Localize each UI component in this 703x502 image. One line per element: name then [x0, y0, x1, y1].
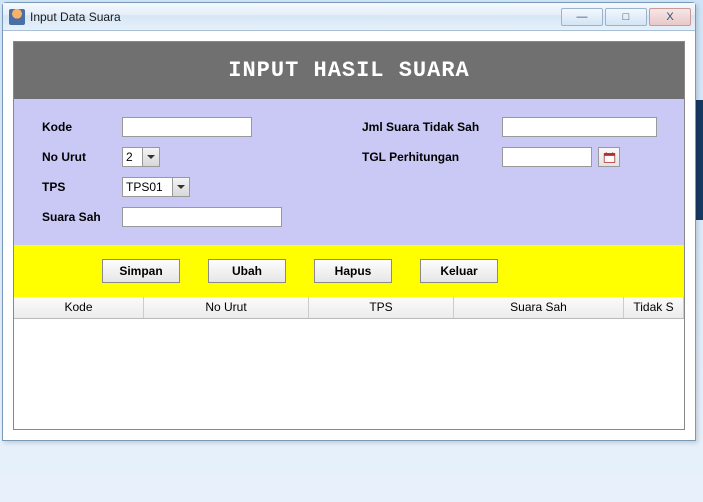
chevron-down-icon[interactable]: [172, 177, 190, 197]
tps-label: TPS: [42, 180, 122, 194]
tps-row: TPS: [42, 177, 342, 197]
minimize-button[interactable]: —: [561, 8, 603, 26]
nourut-input[interactable]: [122, 147, 142, 167]
page-title: INPUT HASIL SUARA: [14, 42, 684, 99]
tps-combo[interactable]: [122, 177, 190, 197]
tgl-label: TGL Perhitungan: [362, 150, 502, 164]
table-body[interactable]: [14, 319, 684, 429]
nourut-combo[interactable]: [122, 147, 160, 167]
close-button[interactable]: X: [649, 8, 691, 26]
kode-label: Kode: [42, 120, 122, 134]
nourut-label: No Urut: [42, 150, 122, 164]
chevron-down-icon[interactable]: [142, 147, 160, 167]
tidaksah-label: Jml Suara Tidak Sah: [362, 120, 502, 134]
keluar-button[interactable]: Keluar: [420, 259, 498, 283]
data-table: Kode No Urut TPS Suara Sah Tidak S: [14, 297, 684, 429]
suarasah-label: Suara Sah: [42, 210, 122, 224]
client-area: INPUT HASIL SUARA Kode No Urut: [3, 31, 695, 440]
form-panel: Kode No Urut TPS: [14, 99, 684, 245]
inner-panel: INPUT HASIL SUARA Kode No Urut: [13, 41, 685, 430]
app-window: Input Data Suara — □ X INPUT HASIL SUARA…: [2, 2, 696, 441]
background-stripe: [695, 100, 703, 220]
simpan-button[interactable]: Simpan: [102, 259, 180, 283]
button-bar: Simpan Ubah Hapus Keluar: [14, 245, 684, 297]
suarasah-input[interactable]: [122, 207, 282, 227]
calendar-button[interactable]: [598, 147, 620, 167]
kode-row: Kode: [42, 117, 342, 137]
tidaksah-row: Jml Suara Tidak Sah: [362, 117, 657, 137]
form-right-column: Jml Suara Tidak Sah TGL Perhitungan: [362, 117, 657, 227]
form-left-column: Kode No Urut TPS: [42, 117, 342, 227]
col-suarasah[interactable]: Suara Sah: [454, 297, 624, 318]
col-kode[interactable]: Kode: [14, 297, 144, 318]
suarasah-row: Suara Sah: [42, 207, 342, 227]
col-nourut[interactable]: No Urut: [144, 297, 309, 318]
tgl-row: TGL Perhitungan: [362, 147, 657, 167]
window-title: Input Data Suara: [30, 10, 561, 24]
tidaksah-input[interactable]: [502, 117, 657, 137]
window-buttons: — □ X: [561, 8, 691, 26]
tgl-input[interactable]: [502, 147, 592, 167]
ubah-button[interactable]: Ubah: [208, 259, 286, 283]
maximize-button[interactable]: □: [605, 8, 647, 26]
tps-input[interactable]: [122, 177, 172, 197]
table-header: Kode No Urut TPS Suara Sah Tidak S: [14, 297, 684, 319]
calendar-icon: [603, 151, 616, 164]
col-tps[interactable]: TPS: [309, 297, 454, 318]
kode-input[interactable]: [122, 117, 252, 137]
hapus-button[interactable]: Hapus: [314, 259, 392, 283]
java-icon: [9, 9, 25, 25]
nourut-row: No Urut: [42, 147, 342, 167]
title-bar[interactable]: Input Data Suara — □ X: [3, 3, 695, 31]
col-tidaksah[interactable]: Tidak S: [624, 297, 684, 318]
